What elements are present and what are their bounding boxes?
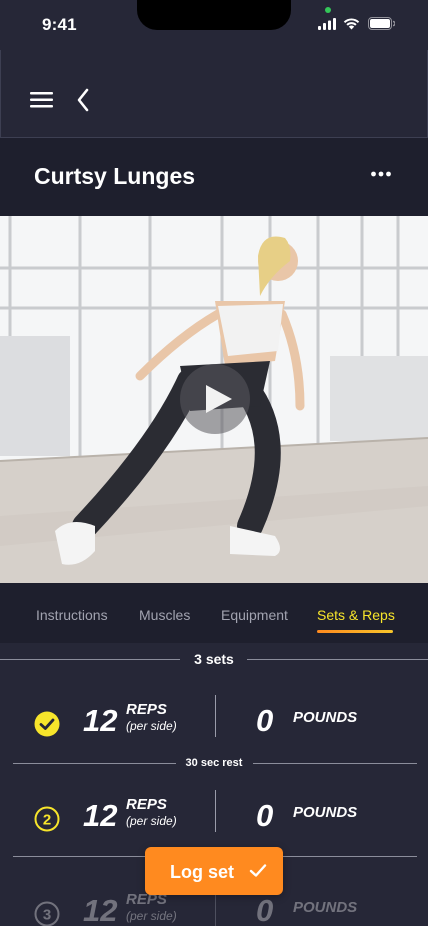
tab-bar: Instructions Muscles Equipment Sets & Re… <box>0 583 428 643</box>
column-separator <box>215 790 216 832</box>
divider-line <box>247 659 428 660</box>
reps-value: 12 <box>83 703 118 738</box>
device-notch <box>137 0 291 30</box>
camera-indicator <box>325 7 331 13</box>
tab-instructions[interactable]: Instructions <box>36 607 108 623</box>
weight-unit: POUNDS <box>293 804 358 821</box>
set-number: 3 <box>43 907 51 924</box>
status-bar: 9:41 <box>0 0 428 50</box>
weight-value: 0 <box>256 703 274 738</box>
reps-sublabel: (per side) <box>126 909 177 923</box>
reps-sublabel: (per side) <box>126 814 177 828</box>
set-row-2[interactable]: 2 12 REPS (per side) 0 POUNDS <box>0 790 428 850</box>
top-nav-bar <box>0 50 428 138</box>
exercise-video[interactable] <box>0 216 428 583</box>
tab-muscles[interactable]: Muscles <box>139 607 190 623</box>
chevron-left-icon[interactable] <box>76 88 90 112</box>
rest-divider: 30 sec rest <box>0 754 428 774</box>
set-number-3-icon: 3 <box>34 901 60 926</box>
divider-line <box>253 763 417 764</box>
reps-sublabel: (per side) <box>126 719 177 733</box>
status-time: 9:41 <box>42 15 77 34</box>
reps-value: 12 <box>83 893 118 926</box>
reps-value: 12 <box>83 798 118 833</box>
tab-sets-reps[interactable]: Sets & Reps <box>317 607 395 623</box>
set-number: 2 <box>43 812 51 829</box>
reps-label: REPS <box>126 796 167 813</box>
set-number-2-icon: 2 <box>34 806 60 832</box>
play-icon <box>206 385 232 413</box>
set-row-1[interactable]: 12 REPS (per side) 0 POUNDS <box>0 695 428 755</box>
weight-value: 0 <box>256 798 274 833</box>
column-separator <box>215 695 216 737</box>
exercise-title: Curtsy Lunges <box>34 163 196 189</box>
battery-icon <box>368 17 395 30</box>
reps-label: REPS <box>126 701 167 718</box>
wifi-icon <box>343 18 360 30</box>
check-icon <box>249 864 267 877</box>
hamburger-menu-icon[interactable] <box>30 92 53 108</box>
weight-unit: POUNDS <box>293 709 358 726</box>
tab-equipment[interactable]: Equipment <box>221 607 288 623</box>
more-horizontal-icon[interactable] <box>370 170 392 178</box>
exercise-header: Curtsy Lunges <box>0 138 428 216</box>
cellular-signal-icon <box>318 18 336 30</box>
weight-unit: POUNDS <box>293 899 358 916</box>
log-set-button[interactable]: Log set <box>145 847 283 895</box>
check-circle-icon <box>34 711 60 737</box>
play-button[interactable] <box>180 364 250 434</box>
active-tab-indicator <box>317 630 393 633</box>
weight-value: 0 <box>256 893 274 926</box>
sets-summary-divider: 3 sets <box>0 650 428 670</box>
log-set-label: Log set <box>170 862 235 882</box>
